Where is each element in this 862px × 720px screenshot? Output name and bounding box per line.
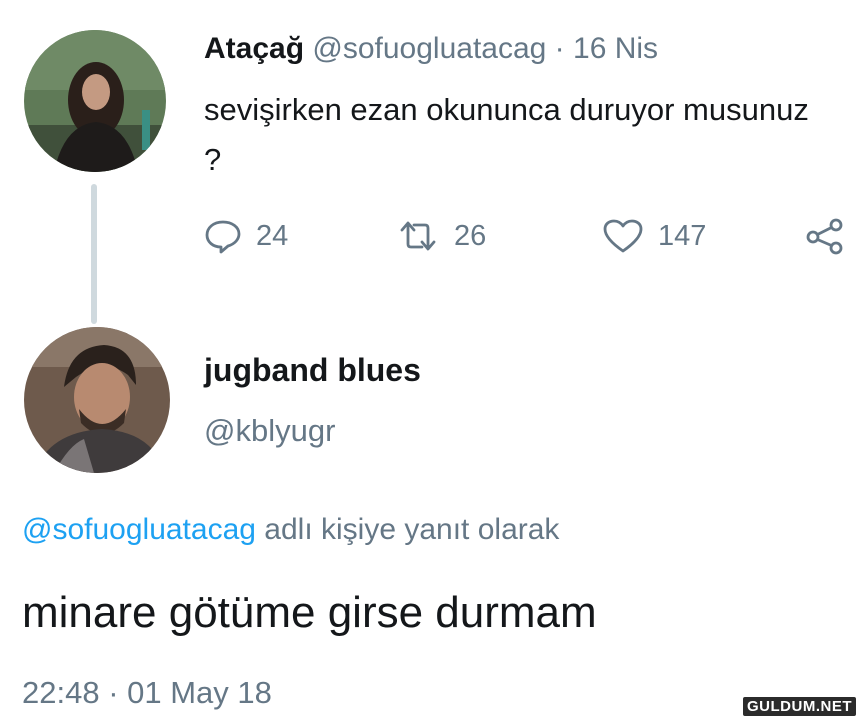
share-icon — [806, 218, 843, 255]
tweet-date[interactable]: 16 Nis — [573, 32, 658, 65]
thread-line — [91, 184, 97, 324]
reply-count: 24 — [256, 219, 289, 252]
retweet-arrows-icon — [400, 221, 436, 251]
tweet-text: sevişirken ezan okununca duruyor musunuz… — [204, 92, 809, 177]
tweet-header: Ataçağ @sofuogluatacag · 16 Nis — [204, 32, 658, 66]
like-button[interactable]: 147 — [602, 216, 706, 256]
reply-text: minare götüme girse durmam — [22, 588, 597, 637]
reply-author-name[interactable]: jugband blues — [204, 352, 421, 389]
watermark: GULDUM.NET — [743, 697, 856, 716]
replying-to: @sofuogluatacag adlı kişiye yanıt olarak — [22, 513, 559, 547]
author-handle[interactable]: @sofuogluatacag — [312, 32, 546, 65]
reply-timestamp[interactable]: 22:48 · 01 May 18 — [22, 675, 272, 711]
reply-button[interactable]: 24 — [204, 216, 288, 256]
speech-bubble-icon — [205, 220, 241, 254]
like-count: 147 — [658, 219, 707, 252]
retweet-count: 26 — [454, 219, 487, 252]
replying-to-link[interactable]: @sofuogluatacag — [22, 513, 256, 546]
retweet-button[interactable]: 26 — [396, 216, 486, 256]
meta-separator: · — [546, 32, 574, 65]
share-button[interactable] — [804, 216, 860, 256]
replying-to-suffix: adlı kişiye yanıt olarak — [255, 513, 560, 546]
avatar-jugband-blues[interactable] — [24, 327, 170, 473]
heart-icon — [603, 219, 643, 253]
author-name[interactable]: Ataçağ — [204, 32, 304, 65]
reply-author-handle[interactable]: @kblyugr — [204, 413, 335, 449]
avatar-atacag[interactable] — [24, 30, 166, 172]
